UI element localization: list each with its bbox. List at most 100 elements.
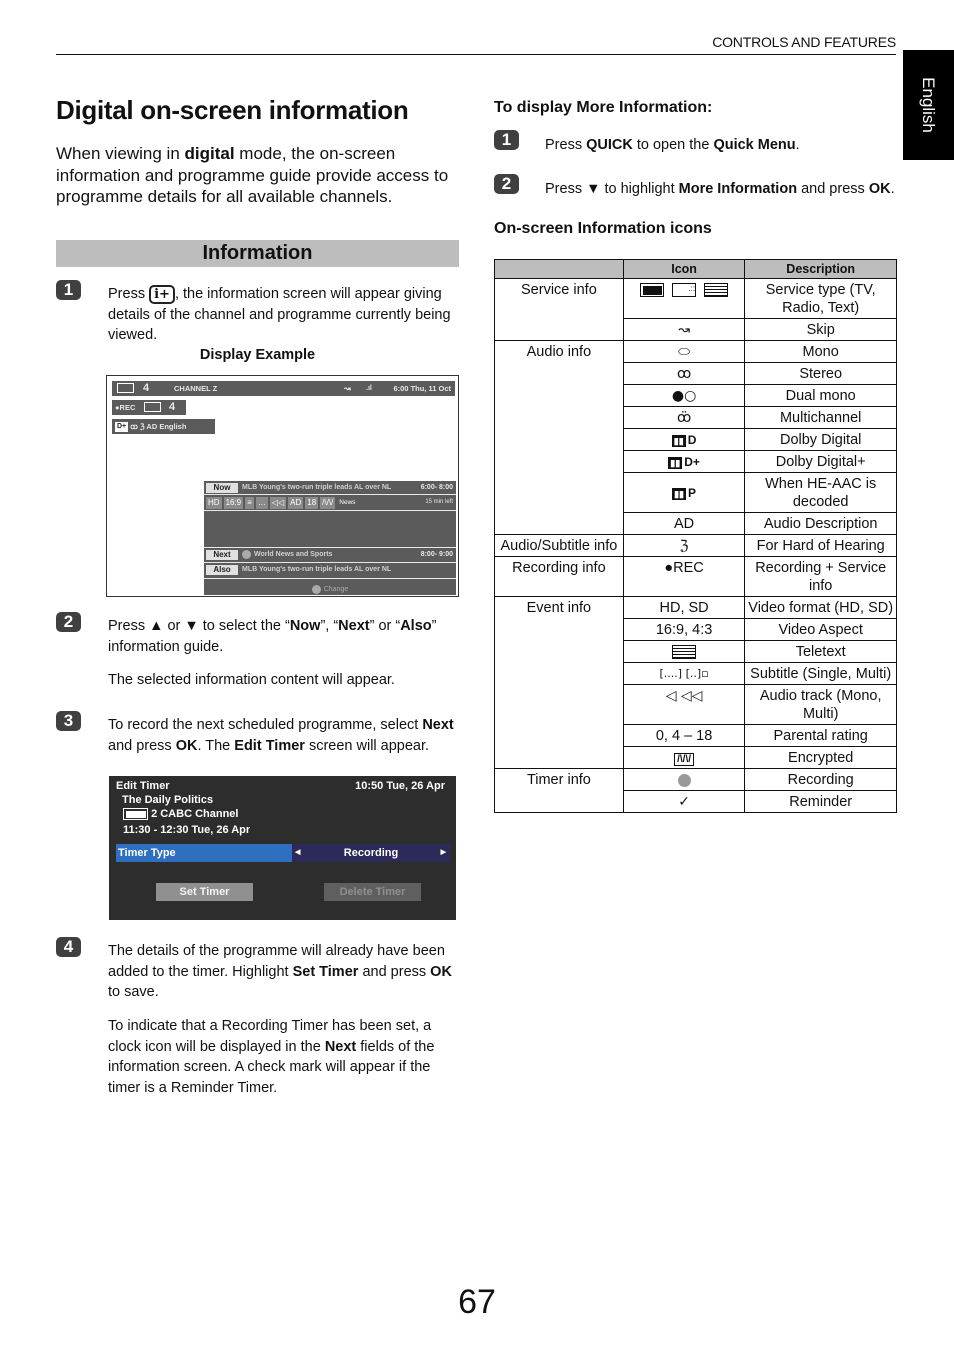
step-4-text: The details of the programme will alread… bbox=[108, 941, 463, 1003]
hard-of-hearing-icon: ℨ bbox=[139, 422, 145, 431]
step-badge-3: 3 bbox=[56, 711, 81, 731]
intro-paragraph: When viewing in digital mode, the on-scr… bbox=[56, 143, 466, 208]
step-text-part: . bbox=[795, 137, 800, 153]
hard-of-hearing-icon: ℨ bbox=[622, 534, 746, 557]
icon-cell: /\/\/ bbox=[622, 746, 746, 769]
table-row: Recording info ●REC Recording + Service … bbox=[494, 556, 897, 597]
info-key-icon: i+ bbox=[149, 285, 175, 304]
group-cell: Audio/Subtitle info bbox=[494, 534, 624, 557]
more-info-step-1: Press QUICK to open the Quick Menu. bbox=[545, 135, 800, 155]
language-tab-label: English bbox=[919, 77, 938, 133]
set-timer-button[interactable]: Set Timer bbox=[156, 883, 253, 901]
step-bold: More Information bbox=[678, 181, 798, 197]
page-title: Digital on-screen information bbox=[56, 95, 409, 125]
step-bold: Quick Menu bbox=[713, 137, 796, 153]
step-text-part: ” or “ bbox=[369, 618, 401, 634]
step-text-part: Press bbox=[108, 286, 150, 302]
step-bold: Edit Timer bbox=[234, 737, 305, 754]
divider bbox=[204, 547, 456, 548]
dual-mono-icon: ●○ bbox=[622, 384, 746, 407]
divider bbox=[204, 562, 456, 563]
audio-track-icon: ◁ ◁◁ bbox=[622, 684, 746, 725]
intro-text: When viewing in bbox=[56, 144, 185, 163]
time-left: 15 min left bbox=[425, 499, 453, 505]
desc-cell: Recording bbox=[744, 768, 897, 791]
audio-banner: D+ ꝏ ℨ AD English bbox=[112, 419, 215, 434]
radio-service-icon: .:: bbox=[672, 283, 697, 298]
step-text-part: to save. bbox=[108, 984, 159, 1000]
encrypted-icon: /\/\/ bbox=[674, 753, 695, 766]
text-service-icon bbox=[704, 283, 729, 298]
step-text-part: To record the next scheduled programme, … bbox=[108, 717, 423, 733]
desc-cell: Subtitle (Single, Multi) bbox=[744, 662, 897, 685]
more-info-step-2: Press ▼ to highlight More Information an… bbox=[545, 179, 895, 199]
desc-cell: Video format (HD, SD) bbox=[744, 596, 897, 619]
multichannel-icon: ꝏ̈ bbox=[622, 406, 746, 429]
rec-banner: ●REC 4 bbox=[112, 400, 186, 415]
also-title: MLB Young's two-run triple leads AL over… bbox=[242, 566, 392, 573]
audio-description-icon: AD bbox=[622, 512, 746, 535]
step-text-part: ”, “ bbox=[320, 618, 339, 634]
channel-label: 2 CABC Channel bbox=[151, 808, 239, 820]
video-format-icon: HD, SD bbox=[622, 596, 746, 619]
icon-cell: ▮▮ D bbox=[622, 428, 746, 451]
step-badge-1: 1 bbox=[56, 280, 81, 300]
now-tag: Now bbox=[206, 483, 238, 493]
audio-description-text: AD English bbox=[146, 422, 187, 431]
divider bbox=[204, 494, 456, 495]
audio-track-icon: ◁◁ bbox=[269, 496, 287, 509]
divider bbox=[204, 578, 456, 579]
step-badge-4: 4 bbox=[56, 937, 81, 957]
delete-timer-button[interactable]: Delete Timer bbox=[324, 883, 421, 901]
timer-type-selector[interactable]: ◀ Recording ▶ bbox=[292, 844, 450, 862]
step-text-part: Press ▼ to highlight bbox=[545, 181, 679, 197]
group-cell: Audio info bbox=[494, 340, 624, 535]
header-divider bbox=[56, 54, 896, 55]
desc-cell: For Hard of Hearing bbox=[744, 534, 897, 557]
desc-cell: Reminder bbox=[744, 790, 897, 813]
icon-cell bbox=[622, 640, 746, 663]
step-text-part: . bbox=[890, 181, 895, 197]
more-info-step-badge-2: 2 bbox=[494, 174, 519, 194]
ad-chip: AD bbox=[288, 496, 304, 509]
more-info-heading: To display More Information: bbox=[494, 99, 713, 116]
next-title: World News and Sports bbox=[242, 549, 332, 561]
display-example-label: Display Example bbox=[199, 347, 316, 363]
now-title: MLB Young's two-run triple leads AL over… bbox=[242, 484, 392, 491]
icons-table: Icon Description Service info .:: Servic… bbox=[494, 259, 897, 813]
intro-bold: digital bbox=[184, 144, 235, 163]
stereo-icon: ꝏ bbox=[622, 362, 746, 385]
desc-cell: Dolby Digital bbox=[744, 428, 897, 451]
dolby-digital-plus-icon: D+ bbox=[115, 422, 129, 433]
desc-cell: Mono bbox=[744, 340, 897, 363]
step-text-part: Press bbox=[545, 137, 587, 153]
step-1-text: Press i+, the information screen will ap… bbox=[108, 284, 463, 346]
change-hint: Change bbox=[204, 584, 456, 595]
desc-cell: Recording + Service info bbox=[744, 556, 897, 597]
step-text-part: and press bbox=[797, 181, 869, 197]
divider bbox=[204, 510, 456, 511]
clock-icon bbox=[242, 549, 251, 559]
desc-cell: Dolby Digital+ bbox=[744, 450, 897, 473]
dolby-digital-icon: ▮▮ D bbox=[671, 433, 697, 447]
icon-cell: .:: bbox=[622, 278, 746, 319]
table-header-row: Icon Description bbox=[494, 259, 897, 279]
subtitle-icon: [....] [..]▫ bbox=[622, 662, 746, 685]
desc-cell: When HE-AAC is decoded bbox=[744, 472, 897, 513]
table-row: Audio/Subtitle info ℨ For Hard of Hearin… bbox=[494, 534, 897, 557]
dolby-digital-plus-icon: ▮▮ D+ bbox=[668, 455, 700, 469]
desc-cell: Skip bbox=[744, 318, 897, 341]
step-2-note: The selected information content will ap… bbox=[108, 672, 395, 688]
tv-service-icon bbox=[123, 808, 148, 821]
arrow-right-icon[interactable]: ▶ bbox=[441, 844, 446, 862]
step-text-part: and press bbox=[108, 737, 176, 754]
tv-service-icon bbox=[640, 283, 665, 298]
desc-cell: Dual mono bbox=[744, 384, 897, 407]
desc-cell: Video Aspect bbox=[744, 618, 897, 641]
desc-cell: Parental rating bbox=[744, 724, 897, 747]
table-row: Audio info ⬭ Mono bbox=[494, 340, 897, 535]
programme-channel: 2 CABC Channel bbox=[123, 808, 239, 821]
aspect-icon: 16:9, 4:3 bbox=[622, 618, 746, 641]
arrow-left-icon[interactable]: ◀ bbox=[295, 844, 300, 862]
column-header: Description bbox=[744, 259, 897, 279]
